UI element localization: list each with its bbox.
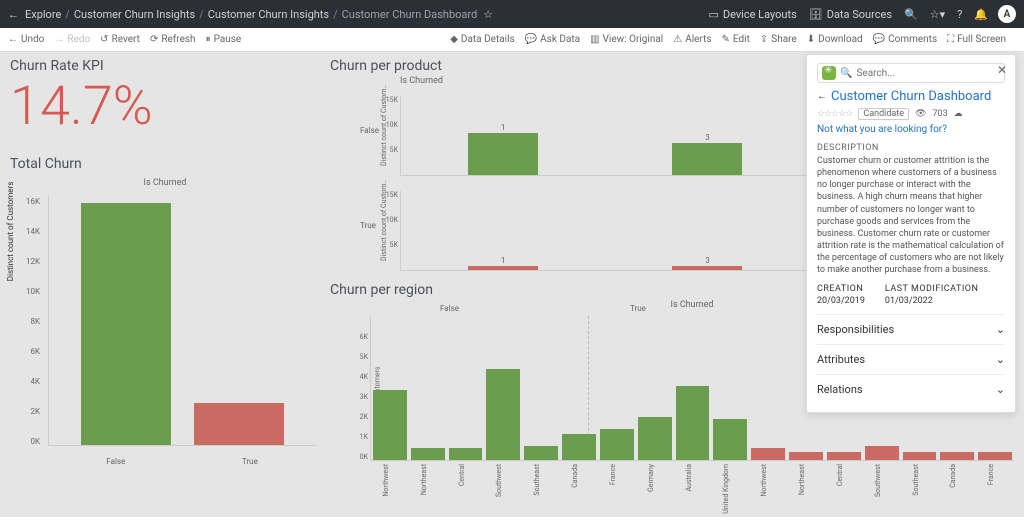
cpp-false-bar-2[interactable]: 3: [672, 143, 742, 175]
region-bar[interactable]: Australia: [676, 386, 710, 460]
region-bar[interactable]: Northeast: [411, 448, 445, 460]
refresh-button[interactable]: ⟳ Refresh: [150, 34, 196, 45]
region-bar[interactable]: Northwest: [751, 448, 785, 460]
region-bar[interactable]: Northwest: [373, 390, 407, 460]
toolbar: ← Undo → Redo ↺ Revert ⟳ Refresh ⏸ Pause…: [0, 28, 1024, 52]
back-icon[interactable]: ←: [8, 8, 19, 21]
ask-data-button[interactable]: 💬 Ask Data: [525, 34, 580, 45]
region-bar[interactable]: Southwest: [486, 369, 520, 460]
region-bar[interactable]: France: [978, 452, 1012, 460]
device-layouts-button[interactable]: ▭ Device Layouts: [708, 8, 796, 21]
favorites-icon[interactable]: ☆▾: [930, 8, 945, 21]
favorite-star-icon[interactable]: ☆: [483, 8, 493, 21]
comments-button[interactable]: 💬 Comments: [873, 34, 937, 45]
panel-title[interactable]: Customer Churn Dashboard: [831, 89, 991, 104]
panel-back-icon[interactable]: ←: [817, 91, 827, 102]
region-bar[interactable]: Central: [827, 452, 861, 460]
breadcrumb-root[interactable]: Explore: [25, 8, 61, 21]
data-sources-button[interactable]: 🗄 Data Sources: [809, 8, 892, 21]
undo-button[interactable]: ← Undo: [8, 34, 44, 45]
bar-true[interactable]: [194, 403, 284, 445]
total-churn-chart: Distinct count of Customers 0K 2K 4K 6K …: [10, 196, 320, 466]
region-bar[interactable]: Canada: [562, 434, 596, 460]
pause-button[interactable]: ⏸ Pause: [206, 34, 242, 45]
avatar[interactable]: A: [998, 5, 1016, 23]
panel-search[interactable]: 🔍: [817, 63, 1005, 83]
close-icon[interactable]: ✕: [997, 63, 1007, 77]
search-icon: 🔍: [840, 68, 852, 79]
cloud-icon: ☁: [954, 109, 963, 119]
details-panel: ✕ 🔍 ← Customer Churn Dashboard ☆☆☆☆☆ Can…: [806, 54, 1016, 413]
region-bar[interactable]: Southeast: [903, 452, 937, 460]
chevron-down-icon: ⌄: [996, 383, 1005, 396]
region-bar[interactable]: France: [600, 429, 634, 460]
alerts-button[interactable]: ⚠ Alerts: [673, 34, 711, 45]
redo-button[interactable]: → Redo: [54, 34, 90, 45]
share-button[interactable]: ⇪ Share: [760, 34, 797, 45]
notifications-icon[interactable]: 🔔: [974, 8, 988, 21]
region-bar[interactable]: Northeast: [789, 452, 823, 460]
region-bar[interactable]: Southwest: [865, 446, 899, 460]
product-logo-icon: [822, 66, 836, 80]
region-bar[interactable]: Central: [449, 448, 483, 460]
not-what-link[interactable]: Not what you are looking for?: [817, 124, 1005, 135]
region-bar[interactable]: United Kingdom: [713, 419, 747, 460]
kpi-value: 14.7%: [10, 80, 320, 134]
revert-button[interactable]: ↺ Revert: [100, 34, 140, 45]
breadcrumb-l1[interactable]: Customer Churn Insights: [74, 8, 195, 21]
total-churn-legend: Is Churned: [10, 178, 320, 188]
total-churn-title: Total Churn: [10, 156, 320, 172]
accordion-attributes[interactable]: Attributes⌄: [817, 344, 1005, 374]
views-icon: 👁: [915, 109, 926, 119]
chevron-down-icon: ⌄: [996, 323, 1005, 336]
data-details-button[interactable]: ◆ Data Details: [450, 34, 515, 45]
help-icon[interactable]: ?: [957, 8, 962, 21]
cpp-false-bar-1[interactable]: 1: [468, 133, 538, 175]
panel-description: Customer churn or customer attrition is …: [817, 155, 1005, 276]
cpp-true-bar-2[interactable]: 3: [672, 266, 742, 270]
rating-stars[interactable]: ☆☆☆☆☆: [817, 109, 852, 119]
region-bar[interactable]: Southeast: [524, 446, 558, 460]
region-bar[interactable]: Germany: [638, 417, 672, 460]
download-button[interactable]: ⬇ Download: [807, 34, 863, 45]
accordion-relations[interactable]: Relations⌄: [817, 374, 1005, 404]
status-badge: Candidate: [858, 108, 909, 120]
bar-false[interactable]: [81, 203, 171, 445]
panel-search-input[interactable]: [856, 68, 1000, 79]
edit-button[interactable]: ✎ Edit: [722, 34, 750, 45]
top-bar: ← Explore / Customer Churn Insights / Cu…: [0, 0, 1024, 28]
fullscreen-button[interactable]: ⛶ Full Screen: [947, 34, 1006, 45]
chevron-down-icon: ⌄: [996, 353, 1005, 366]
region-bar[interactable]: Canada: [940, 452, 974, 460]
breadcrumb-l3: Customer Churn Dashboard: [342, 8, 478, 21]
accordion-responsibilities[interactable]: Responsibilities⌄: [817, 314, 1005, 344]
cpp-true-bar-1[interactable]: 1: [468, 266, 538, 270]
breadcrumb-l2[interactable]: Customer Churn Insights: [208, 8, 329, 21]
view-original-button[interactable]: ▥ View: Original: [590, 34, 663, 45]
kpi-title: Churn Rate KPI: [10, 58, 320, 74]
search-icon[interactable]: 🔍: [904, 8, 918, 21]
